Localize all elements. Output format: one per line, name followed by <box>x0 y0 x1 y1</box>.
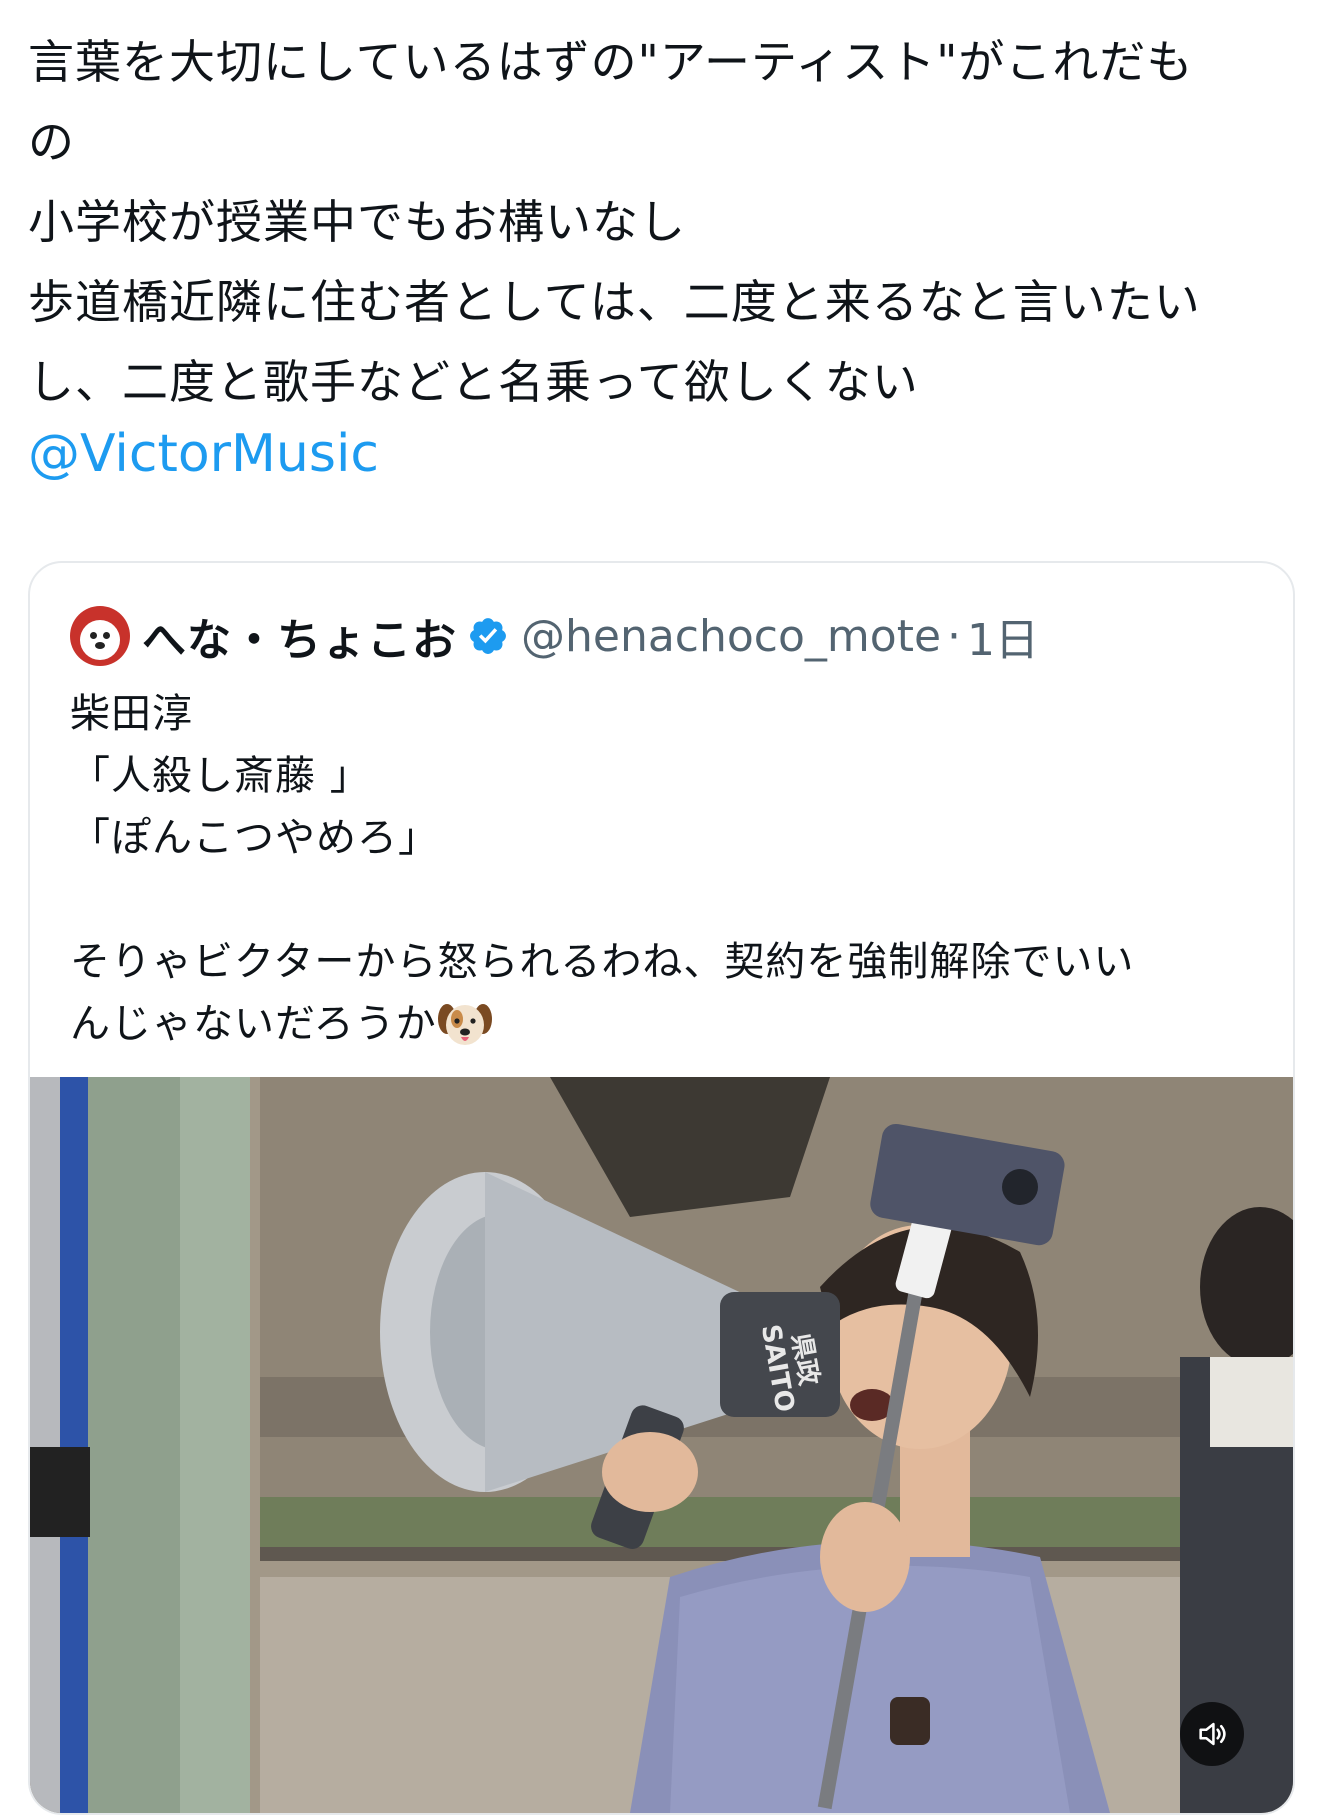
dog-face-emoji-icon <box>437 1004 492 1045</box>
quoted-text-line <box>70 869 1250 931</box>
post-age[interactable]: 1日 <box>967 604 1039 668</box>
quoted-text-line: 「人殺し斎藤 」 <box>70 753 371 799</box>
video-thumbnail[interactable]: SAITO 県政 <box>30 1077 1293 1813</box>
quoted-text-line: 「ぽんこつやめろ」 <box>70 815 439 861</box>
speaker-icon <box>1199 1722 1226 1746</box>
avatar[interactable] <box>70 606 130 666</box>
quoted-text-line-last: んじゃないだろうか <box>70 993 1250 1055</box>
display-name[interactable]: へな・ちょこお <box>142 604 457 668</box>
volume-button[interactable] <box>1180 1702 1244 1766</box>
quoted-post-card[interactable]: へな・ちょこお @henachoco_mote · 1日 柴田淳 「人殺し斎藤 … <box>28 561 1295 1815</box>
mention-link[interactable]: @VictorMusic <box>28 414 379 494</box>
post-text-line: の <box>28 115 75 169</box>
separator-dot: · <box>947 610 962 662</box>
video-frame-image: SAITO 県政 <box>30 1077 1293 1813</box>
quoted-text-line: そりゃビクターから怒られるわね、契約を強制解除でいい <box>70 939 1135 985</box>
verified-badge-icon <box>470 618 506 654</box>
handle[interactable]: @henachoco_mote <box>521 611 941 662</box>
post-text-line: 小学校が授業中でもお構いなし <box>28 195 686 249</box>
quoted-post-text: 柴田淳 「人殺し斎藤 」 「ぽんこつやめろ」 そりゃビクターから怒られるわね、契… <box>70 683 1250 1055</box>
post-text-line: 歩道橋近隣に住む者としては、二度と来るなと言いたい <box>28 275 1201 329</box>
post-text-line: 言葉を大切にしているはずの"アーティスト"がこれだも <box>28 35 1194 89</box>
post-text: 言葉を大切にしているはずの"アーティスト"がこれだも の 小学校が授業中でもお構… <box>28 22 1300 422</box>
quoted-text-line: 柴田淳 <box>70 691 193 737</box>
quoted-text-line: んじゃないだろうか <box>70 1001 437 1047</box>
post-text-line: し、二度と歌手などと名乗って欲しくない <box>28 355 919 409</box>
quoted-post-header: へな・ちょこお @henachoco_mote · 1日 <box>70 603 1039 669</box>
